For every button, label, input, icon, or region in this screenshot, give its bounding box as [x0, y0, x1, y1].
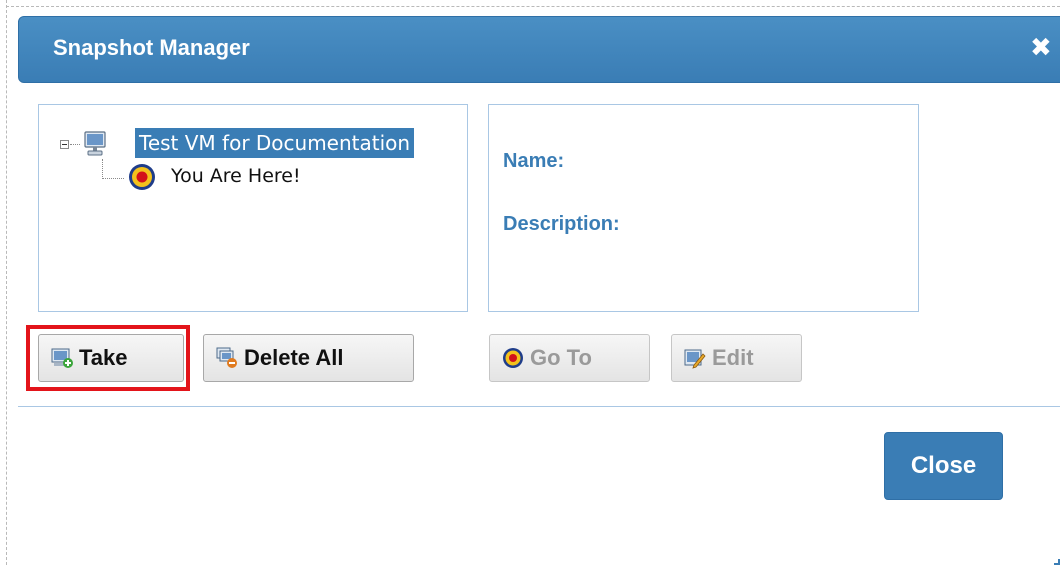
dialog-titlebar[interactable]: Snapshot Manager ✖: [18, 16, 1060, 83]
go-to-button[interactable]: Go To: [489, 334, 650, 382]
page: Snapshot Manager ✖ Test VM for Documenta…: [0, 0, 1060, 565]
take-button[interactable]: Take: [38, 334, 184, 382]
target-icon: [129, 164, 155, 190]
tree-connector: [102, 159, 103, 179]
snapshot-tree: Test VM for Documentation You Are Here!: [38, 104, 468, 312]
tree-node-vm[interactable]: Test VM for Documentation: [135, 128, 415, 158]
edit-button-label: Edit: [712, 345, 754, 370]
tree-connector: [70, 144, 80, 145]
snapshot-manager-dialog: Snapshot Manager ✖ Test VM for Documenta…: [18, 16, 1060, 565]
footer-divider: [18, 406, 1060, 407]
delete-snapshots-icon: [216, 347, 237, 368]
resize-handle[interactable]: [1054, 559, 1060, 565]
description-label: Description:: [503, 213, 620, 235]
page-border-left: [6, 0, 7, 565]
tree-connector: [102, 178, 124, 179]
collapse-toggle-icon[interactable]: [60, 140, 69, 149]
dialog-title: Snapshot Manager: [53, 35, 250, 60]
delete-all-button-label: Delete All: [244, 345, 344, 370]
target-icon: [503, 348, 523, 368]
computer-icon: [84, 131, 106, 156]
edit-button[interactable]: Edit: [671, 334, 802, 382]
close-icon[interactable]: ✖: [1030, 34, 1052, 60]
close-button[interactable]: Close: [884, 432, 1003, 500]
edit-icon: [684, 349, 706, 369]
take-button-label: Take: [79, 345, 128, 370]
snapshot-details: Name: Description:: [488, 104, 919, 312]
delete-all-button[interactable]: Delete All: [203, 334, 414, 382]
name-label: Name:: [503, 150, 565, 172]
take-snapshot-icon: [51, 348, 73, 368]
page-border-top: [6, 6, 1060, 7]
tree-node-current-state[interactable]: You Are Here!: [171, 165, 301, 187]
go-to-button-label: Go To: [530, 345, 592, 370]
